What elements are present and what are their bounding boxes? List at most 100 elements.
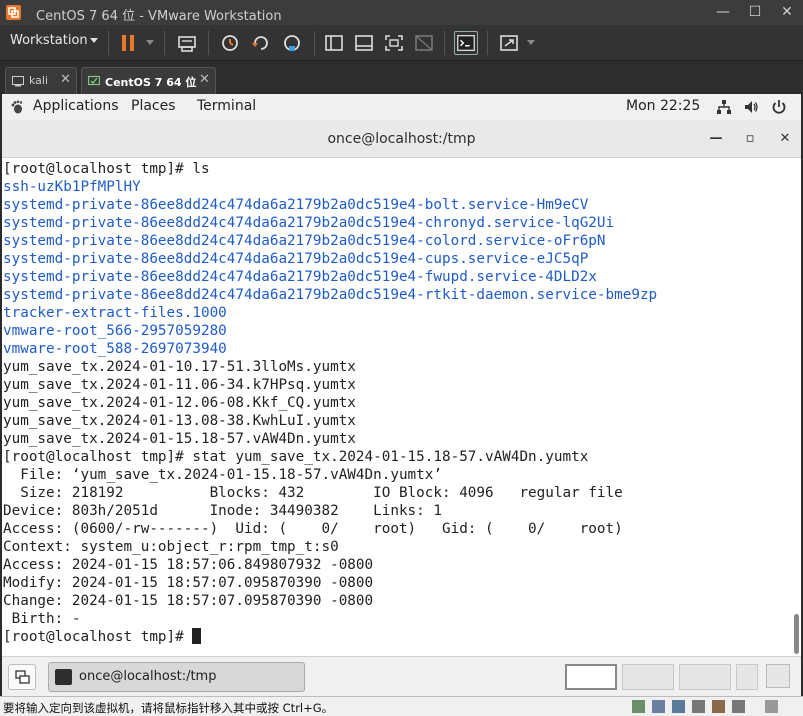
snapshot-manager-icon[interactable] — [280, 31, 304, 55]
chevron-down-icon[interactable] — [527, 40, 535, 45]
thumbnail-bar-icon[interactable] — [352, 31, 376, 55]
workspace-4[interactable] — [736, 664, 758, 690]
show-desktop-icon — [15, 670, 30, 684]
status-message: 要将输入定向到该虚拟机，请将鼠标指针移入其中或按 Ctrl+G。 — [3, 701, 334, 715]
terminal-line: Access: 2024-01-15 18:57:06.849807932 -0… — [3, 557, 374, 573]
gnome-foot-icon — [11, 100, 23, 114]
close-button[interactable]: ✕ — [771, 0, 803, 25]
terminal-line: yum_save_tx.2024-01-11.06-34.k7HPsq.yumt… — [3, 377, 356, 393]
workspace-3[interactable] — [679, 664, 731, 690]
terminal-prompt-line[interactable]: [root@localhost tmp]# — [3, 628, 657, 646]
volume-icon[interactable] — [743, 99, 759, 115]
toolbar-divider — [108, 31, 109, 55]
toolbar-divider — [444, 31, 445, 55]
terminal-scrollbar[interactable] — [792, 158, 801, 656]
taskbar-item-terminal[interactable]: once@localhost:/tmp — [48, 662, 305, 692]
gnome-bottom-bar: once@localhost:/tmp — [2, 656, 801, 696]
workspace-2[interactable] — [622, 664, 674, 690]
workstation-menu[interactable]: Workstation — [10, 33, 88, 48]
display-icon[interactable] — [732, 700, 745, 713]
terminal-line: [root@localhost tmp]# stat yum_save_tx.2… — [3, 449, 589, 465]
tab-centos[interactable]: CentOS 7 64 位 ✕ — [81, 67, 216, 94]
terminal-close-button[interactable]: ✕ — [774, 128, 796, 150]
send-ctrl-alt-del-icon[interactable] — [175, 31, 199, 55]
tab-kali[interactable]: kali ✕ — [5, 67, 77, 94]
power-icon[interactable] — [771, 99, 787, 115]
text-cursor — [192, 628, 202, 644]
snapshot-icon[interactable] — [218, 31, 242, 55]
terminal-output[interactable]: [root@localhost tmp]# ls ssh-uzKb1PfMPlHY… — [2, 158, 801, 656]
stretch-display-icon[interactable] — [497, 31, 521, 55]
cd-drive-icon[interactable] — [652, 700, 665, 713]
terminal-prompt: [root@localhost tmp]# — [3, 629, 193, 645]
console-view-icon[interactable] — [454, 31, 478, 55]
terminal-line-directory: systemd-private-86ee8dd24c474da6a2179b2a… — [3, 287, 658, 303]
pause-icon[interactable] — [116, 31, 140, 55]
places-menu[interactable]: Places — [131, 98, 176, 114]
terminal-line: Change: 2024-01-15 18:57:07.095870390 -0… — [3, 593, 374, 609]
terminal-minimize-button[interactable]: — — [705, 128, 727, 150]
terminal-line: File: ‘yum_save_tx.2024-01-15.18-57.vAW4… — [3, 467, 442, 483]
terminal-titlebar[interactable]: once@localhost:/tmp — ▫ ✕ — [2, 120, 801, 158]
terminal-line-directory: systemd-private-86ee8dd24c474da6a2179b2a… — [3, 269, 597, 285]
terminal-title: once@localhost:/tmp — [327, 131, 476, 147]
vmware-toolbar: Workstation — [0, 25, 803, 61]
chevron-down-icon[interactable] — [90, 38, 98, 43]
tab-label: CentOS 7 64 位 — [105, 76, 197, 89]
tab-close-icon[interactable]: ✕ — [199, 72, 210, 87]
terminal-line: yum_save_tx.2024-01-15.18-57.vAW4Dn.yumt… — [3, 431, 356, 447]
terminal-lines: [root@localhost tmp]# ls ssh-uzKb1PfMPlHY… — [3, 160, 657, 646]
minimize-button[interactable]: — — [707, 0, 739, 25]
tab-close-icon[interactable]: ✕ — [60, 72, 71, 87]
notification-button[interactable] — [766, 664, 790, 688]
window-title: CentOS 7 64 位 - VMware Workstation — [36, 9, 282, 24]
maximize-button[interactable]: ☐ — [739, 0, 771, 25]
network-icon[interactable] — [716, 99, 732, 115]
toolbar-divider — [314, 31, 315, 55]
clock[interactable]: Mon 22:25 — [626, 98, 700, 114]
terminal-maximize-button[interactable]: ▫ — [739, 128, 761, 150]
vm-icon — [12, 76, 24, 87]
terminal-line: yum_save_tx.2024-01-12.06-08.Kkf_CQ.yumt… — [3, 395, 356, 411]
terminal-line: [root@localhost tmp]# ls — [3, 161, 210, 177]
fullscreen-icon[interactable] — [382, 31, 406, 55]
unity-icon[interactable] — [412, 31, 436, 55]
terminal-line-directory: ssh-uzKb1PfMPlHY — [3, 179, 141, 195]
terminal-line: Size: 218192 Blocks: 432 IO Block: 4096 … — [3, 485, 623, 501]
terminal-line: Access: (0600/-rw-------) Uid: ( 0/ root… — [3, 521, 623, 537]
toolbar-divider — [164, 31, 165, 55]
vm-tab-bar: kali ✕ CentOS 7 64 位 ✕ — [0, 62, 803, 94]
terminal-line: Context: system_u:object_r:rpm_tmp_t:s0 — [3, 539, 339, 555]
sound-card-icon[interactable] — [712, 700, 725, 713]
applications-menu[interactable]: Applications — [33, 98, 119, 114]
sidebar-toggle-icon[interactable] — [322, 31, 346, 55]
terminal-line-directory: vmware-root_588-2697073940 — [3, 341, 227, 357]
show-desktop-button[interactable] — [8, 664, 36, 690]
toolbar-divider — [208, 31, 209, 55]
chevron-down-icon[interactable] — [146, 40, 154, 45]
hard-disk-icon[interactable] — [632, 700, 645, 713]
terminal-line: Birth: - — [3, 611, 81, 627]
usb-icon[interactable] — [692, 700, 705, 713]
gnome-top-bar: Applications Places Terminal Mon 22:25 — [2, 94, 801, 120]
terminal-line: yum_save_tx.2024-01-13.08-38.KwhLuI.yumt… — [3, 413, 356, 429]
scrollbar-thumb[interactable] — [794, 614, 799, 654]
terminal-line: Modify: 2024-01-15 18:57:07.095870390 -0… — [3, 575, 374, 591]
network-adapter-icon[interactable] — [672, 700, 685, 713]
vmware-titlebar: CentOS 7 64 位 - VMware Workstation — ☐ ✕ — [0, 0, 803, 25]
terminal-line: yum_save_tx.2024-01-10.17-51.3lloMs.yumt… — [3, 359, 356, 375]
terminal-line-directory: systemd-private-86ee8dd24c474da6a2179b2a… — [3, 215, 615, 231]
vmware-status-bar: 要将输入定向到该虚拟机，请将鼠标指针移入其中或按 Ctrl+G。 — [0, 696, 803, 716]
terminal-app-menu[interactable]: Terminal — [197, 98, 256, 114]
terminal-line: Device: 803h/2051d Inode: 34490382 Links… — [3, 503, 442, 519]
terminal-line-directory: systemd-private-86ee8dd24c474da6a2179b2a… — [3, 251, 589, 267]
terminal-icon — [55, 669, 72, 685]
revert-snapshot-icon[interactable] — [249, 31, 273, 55]
vm-icon — [88, 75, 100, 86]
tab-label: kali — [29, 74, 49, 87]
taskbar-item-label: once@localhost:/tmp — [79, 669, 217, 684]
workspace-1[interactable] — [565, 664, 617, 690]
toolbar-divider — [487, 31, 488, 55]
terminal-line-directory: vmware-root_566-2957059280 — [3, 323, 227, 339]
message-log-icon[interactable] — [765, 700, 778, 713]
